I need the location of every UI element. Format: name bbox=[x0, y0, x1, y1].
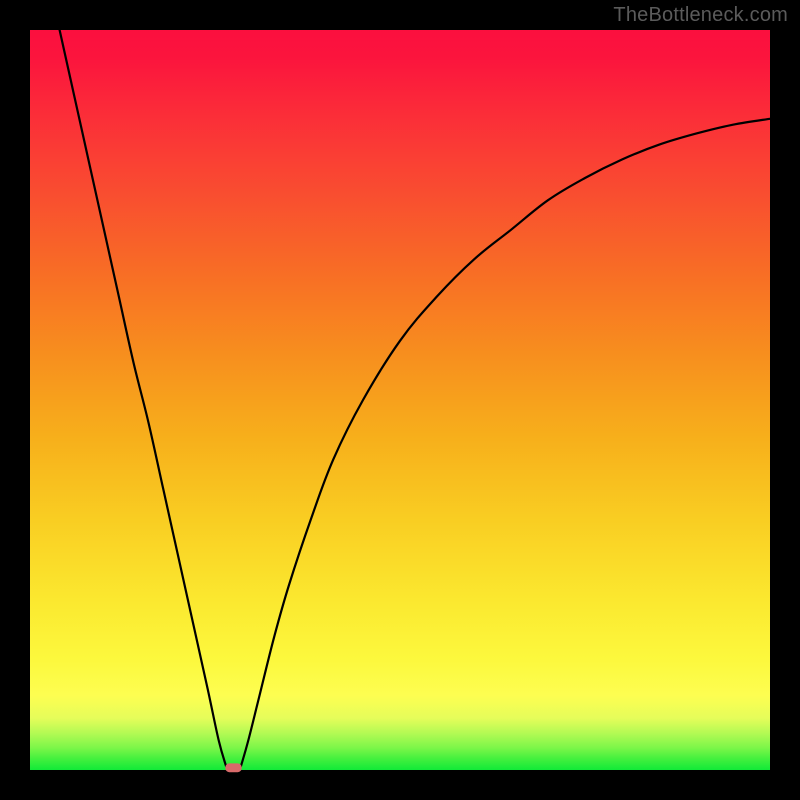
curve-left-branch bbox=[60, 30, 227, 766]
plot-area bbox=[30, 30, 770, 770]
curve-right-branch bbox=[241, 119, 770, 767]
chart-frame: TheBottleneck.com bbox=[0, 0, 800, 800]
minimum-marker bbox=[225, 763, 241, 772]
curve-layer bbox=[30, 30, 770, 770]
watermark-text: TheBottleneck.com bbox=[613, 4, 788, 27]
